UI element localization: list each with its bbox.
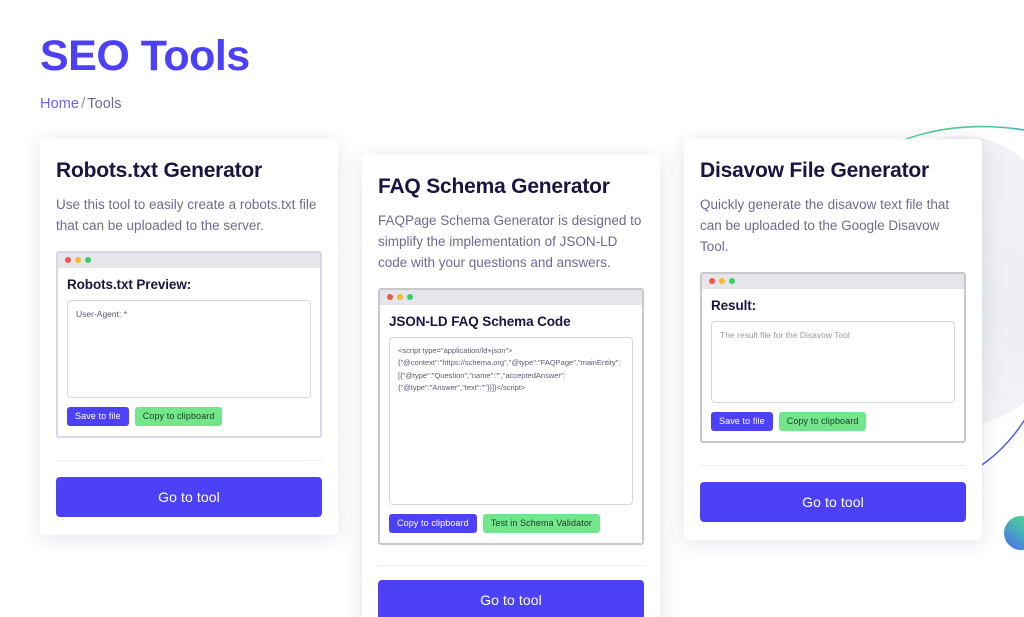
- window-chrome-bar: [380, 289, 642, 305]
- card-description: Use this tool to easily create a robots.…: [56, 197, 317, 234]
- preview-window-body: Result: Save to file Copy to clipboard: [702, 288, 964, 441]
- go-to-tool-button[interactable]: Go to tool: [378, 579, 644, 617]
- breadcrumb: Home / Tools: [40, 96, 984, 112]
- copy-to-clipboard-button[interactable]: Copy to clipboard: [778, 411, 867, 431]
- window-close-dot-icon: [709, 278, 715, 285]
- window-chrome-bar: [58, 252, 320, 268]
- preview-heading: Robots.txt Preview:: [67, 276, 192, 292]
- card-title: Robots.txt Generator: [56, 159, 263, 183]
- breadcrumb-current: Tools: [87, 96, 122, 113]
- window-maximize-dot-icon: [85, 257, 91, 264]
- test-in-schema-validator-button[interactable]: Test in Schema Validator: [482, 513, 601, 533]
- card-divider: [700, 464, 966, 466]
- save-to-file-button[interactable]: Save to file: [711, 411, 773, 431]
- preview-window: Result: Save to file Copy to clipboard: [700, 271, 966, 443]
- card-description: FAQPage Schema Generator is designed to …: [378, 213, 642, 270]
- page-container: SEO Tools Home / Tools Robots.txt Generato…: [0, 0, 1024, 617]
- window-maximize-dot-icon: [407, 294, 413, 301]
- preview-heading: JSON-LD FAQ Schema Code: [389, 313, 571, 329]
- go-to-tool-button[interactable]: Go to tool: [56, 476, 322, 517]
- tool-card-robots-txt: Robots.txt Generator Use this tool to ea…: [40, 139, 338, 535]
- window-minimize-dot-icon: [75, 257, 81, 264]
- card-title: Disavow File Generator: [700, 159, 930, 183]
- breadcrumb-separator: /: [81, 96, 86, 113]
- page-title: SEO Tools: [40, 32, 250, 80]
- go-to-tool-button[interactable]: Go to tool: [700, 481, 966, 522]
- preview-actions: Save to file Copy to clipboard: [67, 406, 311, 426]
- preview-heading: Result:: [711, 297, 757, 313]
- card-divider: [378, 564, 644, 566]
- window-close-dot-icon: [65, 257, 71, 264]
- window-chrome-bar: [702, 273, 964, 289]
- window-close-dot-icon: [387, 294, 393, 301]
- tool-card-disavow-file: Disavow File Generator Quickly generate …: [684, 139, 982, 540]
- card-title: FAQ Schema Generator: [378, 175, 610, 199]
- window-maximize-dot-icon: [729, 278, 735, 285]
- window-minimize-dot-icon: [397, 294, 403, 301]
- preview-actions: Copy to clipboard Test in Schema Validat…: [389, 513, 633, 533]
- preview-window-body: Robots.txt Preview: Save to file Copy to…: [58, 267, 320, 436]
- card-description: Quickly generate the disavow text file t…: [700, 197, 950, 254]
- tool-cards-row: Robots.txt Generator Use this tool to ea…: [40, 139, 984, 617]
- preview-actions: Save to file Copy to clipboard: [711, 411, 955, 431]
- json-ld-code-textarea[interactable]: [389, 336, 633, 505]
- disavow-result-textarea[interactable]: [711, 320, 955, 403]
- preview-window: JSON-LD FAQ Schema Code Copy to clipboar…: [378, 287, 644, 545]
- tool-card-faq-schema: FAQ Schema Generator FAQPage Schema Gene…: [362, 155, 660, 617]
- breadcrumb-link-home[interactable]: Home: [40, 96, 79, 112]
- preview-window-body: JSON-LD FAQ Schema Code Copy to clipboar…: [380, 304, 642, 543]
- card-divider: [56, 459, 322, 461]
- save-to-file-button[interactable]: Save to file: [67, 406, 129, 426]
- window-minimize-dot-icon: [719, 278, 725, 285]
- robots-txt-preview-textarea[interactable]: [67, 299, 311, 398]
- copy-to-clipboard-button[interactable]: Copy to clipboard: [134, 406, 223, 426]
- copy-to-clipboard-button[interactable]: Copy to clipboard: [389, 513, 477, 533]
- preview-window: Robots.txt Preview: Save to file Copy to…: [56, 250, 322, 438]
